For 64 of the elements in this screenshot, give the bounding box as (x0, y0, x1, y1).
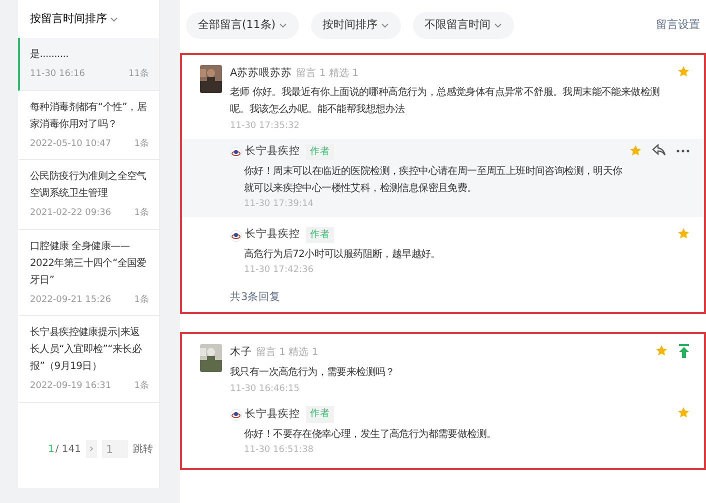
author-tag: 作者 (306, 406, 334, 422)
user-stats: 留言 1 精选 1 (296, 68, 358, 78)
article-title: 长宁县疾控健康提示|来返长人员“入宜即检”“来长必报”（9月19日） (30, 326, 143, 374)
sort-dropdown[interactable]: 按留言时间排序 (30, 10, 118, 28)
logo-icon (230, 146, 242, 159)
article-date: 2022-09-21 15:26 (30, 294, 112, 306)
total-pages: / 141 (55, 442, 82, 456)
caret-icon (110, 16, 118, 22)
article-item[interactable]: 口腔健康 全身健康——2022年第三十四个“全国爱牙日” 2022-09-21 15:26 1条 (18, 230, 159, 316)
user-name: A苏苏喂苏苏 (230, 66, 292, 78)
logo-icon (230, 230, 242, 242)
comment-count: 1条 (134, 138, 149, 150)
caret-icon (494, 22, 502, 28)
reply-time: 11-30 17:39:14 (243, 198, 314, 211)
article-title: 是.......... (30, 48, 70, 62)
reply-count-link[interactable]: 共3条回复 (182, 290, 281, 306)
article-item[interactable]: 是.......... 11-30 16:16 11条 (18, 38, 159, 90)
reply-icon[interactable] (652, 144, 666, 156)
caret-icon (278, 22, 287, 28)
comment-count: 1条 (134, 207, 149, 220)
filter-dropdown[interactable]: 不限留言时间 (412, 12, 514, 38)
article-title: 口腔健康 全身健康——2022年第三十四个“全国爱牙日” (30, 240, 148, 288)
author-tag: 作者 (306, 144, 334, 160)
star-icon[interactable] (655, 344, 668, 357)
star-icon[interactable] (677, 406, 690, 420)
comment-time: 11-30 17:35:32 (230, 120, 300, 134)
comment-text: 老师 你好。我最近有你上面说的哪种高危行为，总感觉身体有点异常不舒服。我周末能不能来做检测呢。我该怎么办呢。能不能帮我想想办法 (230, 86, 661, 118)
article-title: 每种消毒剂都有“个性”，居家消毒你用对了吗？ (30, 100, 148, 132)
article-date: 2022-05-10 10:47 (30, 138, 112, 150)
star-icon[interactable] (677, 226, 690, 240)
more-icon[interactable] (676, 148, 690, 153)
reply-time: 11-30 16:51:38 (243, 444, 314, 456)
article-date: 2022-09-19 16:31 (30, 380, 112, 393)
reply-text: 高危行为后72小时可以服药阻断，越早越好。 (243, 248, 442, 262)
comment-count: 11条 (128, 68, 149, 81)
comment-text: 我只有一次高危行为，需要来检测吗？ (230, 366, 396, 380)
reply-text: 你好！不要存在侥幸心理，发生了高危行为都需要做检测。 (243, 428, 498, 442)
filter-dropdown[interactable]: 按时间排序 (310, 12, 401, 38)
current-page: 1 (48, 442, 54, 456)
star-icon[interactable] (629, 144, 642, 157)
jump-button[interactable]: 跳转 (133, 442, 153, 456)
reply-time: 11-30 17:42:36 (243, 264, 314, 277)
filter-dropdown[interactable]: 全部留言(11条) (186, 12, 299, 38)
article-item[interactable]: 每种消毒剂都有“个性”，居家消毒你用对了吗？ 2022-05-10 10:47 1条 (18, 90, 159, 160)
settings-link[interactable]: 留言设置 (656, 17, 700, 34)
article-date: 2021-02-22 09:36 (30, 207, 112, 220)
star-icon[interactable] (677, 64, 690, 78)
article-item[interactable]: 公民防疫行为准则之全空气空调系统卫生管理 2021-02-22 09:36 1条 (18, 160, 159, 230)
author-name: 长宁县疾控 (245, 144, 300, 159)
caret-icon (380, 22, 389, 28)
user-name: 木子 (230, 346, 252, 358)
author-name: 长宁县疾控 (245, 406, 300, 422)
comment-time: 11-30 16:46:15 (230, 382, 300, 396)
author-name: 长宁县疾控 (245, 226, 300, 242)
pin-to-top-icon[interactable] (678, 344, 690, 358)
comment-count: 1条 (134, 380, 149, 393)
comment-count: 1条 (134, 294, 149, 306)
article-item[interactable]: 长宁县疾控健康提示|来返长人员“入宜即检”“来长必报”（9月19日） 2022-09-19 16:31 1条 (18, 316, 159, 402)
article-date: 11-30 16:16 (30, 68, 85, 81)
logo-icon (230, 409, 242, 422)
article-title: 公民防疫行为准则之全空气空调系统卫生管理 (30, 170, 148, 201)
reply-text: 你好！周末可以在临近的医院检测，疾控中心请在周一至周五上班时间咨询检测，明天你就可以来疾控中心一楼性艾科，检测信息保密且免费。 (243, 164, 624, 196)
user-stats: 留言 1 精选 1 (256, 347, 318, 358)
author-tag: 作者 (306, 226, 334, 243)
